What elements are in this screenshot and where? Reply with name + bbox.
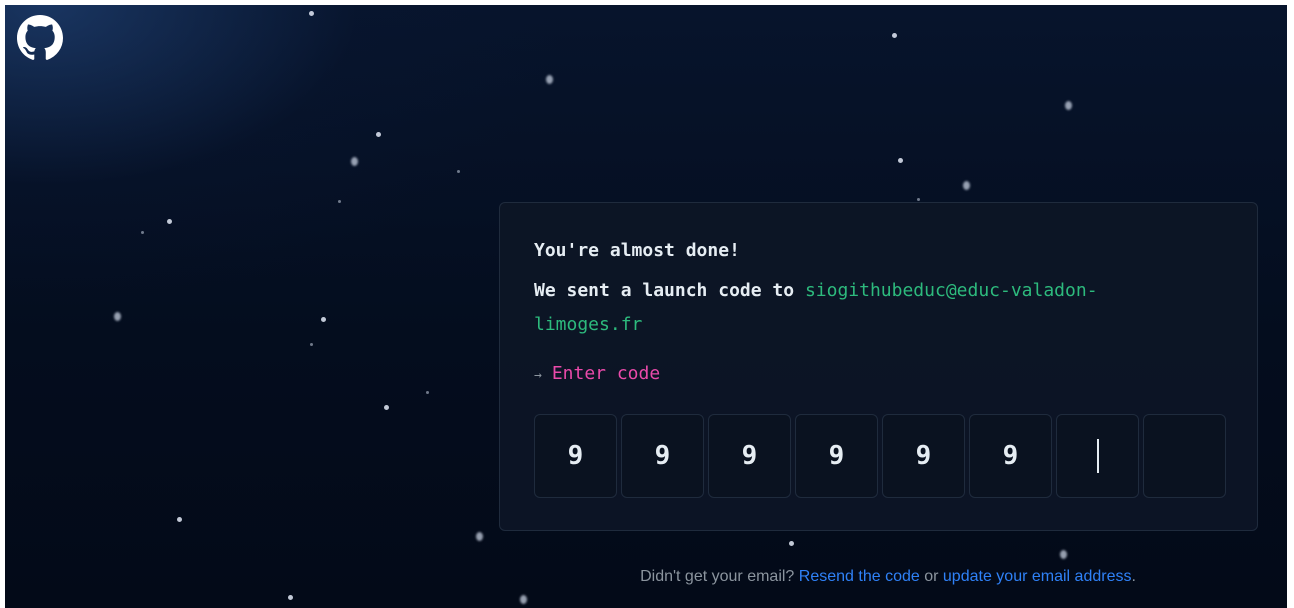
star: [1060, 550, 1067, 559]
star: [917, 198, 920, 201]
signup-page: You're almost done! We sent a launch cod…: [5, 5, 1287, 608]
code-digit: 9: [654, 441, 671, 471]
star: [546, 75, 553, 84]
resend-help-text: Didn't get your email? Resend the code o…: [5, 568, 1287, 586]
code-digit: 9: [828, 441, 845, 471]
code-digit-box[interactable]: [1143, 414, 1226, 498]
verification-card: You're almost done! We sent a launch cod…: [499, 202, 1258, 531]
star: [338, 200, 341, 203]
star: [141, 231, 144, 234]
github-logo-link[interactable]: [17, 15, 63, 61]
code-digit-box[interactable]: 9: [708, 414, 791, 498]
star: [963, 181, 970, 190]
arrow-right-icon: →: [534, 368, 542, 383]
code-digit-box[interactable]: 9: [534, 414, 617, 498]
star: [310, 343, 313, 346]
star: [167, 219, 172, 224]
headline: You're almost done!: [534, 240, 740, 261]
star: [476, 532, 483, 541]
star: [321, 317, 326, 322]
update-email-link[interactable]: update your email address: [943, 568, 1132, 585]
star: [520, 595, 527, 604]
code-digit-box[interactable]: 9: [882, 414, 965, 498]
code-digit: 9: [741, 441, 758, 471]
code-digit: 9: [915, 441, 932, 471]
star: [114, 312, 121, 321]
text-caret: [1096, 439, 1099, 473]
sent-message: We sent a launch code to siogithubeduc@e…: [534, 274, 1194, 342]
footer-question: Didn't get your email?: [640, 568, 795, 585]
code-digit-box[interactable]: 9: [795, 414, 878, 498]
star: [384, 405, 389, 410]
code-digit: 9: [567, 441, 584, 471]
enter-code-label: Enter code: [551, 363, 661, 384]
github-octocat-icon: [17, 15, 63, 60]
star: [1065, 101, 1072, 110]
star: [789, 541, 794, 546]
star: [892, 33, 897, 38]
resend-code-link[interactable]: Resend the code: [799, 568, 920, 585]
star: [288, 595, 293, 600]
star: [309, 11, 314, 16]
code-digit-box[interactable]: 9: [969, 414, 1052, 498]
enter-code-prompt: → Enter code: [534, 363, 660, 384]
star: [177, 517, 182, 522]
code-digit-box[interactable]: 9: [621, 414, 704, 498]
star: [351, 157, 358, 166]
star: [457, 170, 460, 173]
code-digit-box-active[interactable]: [1056, 414, 1139, 498]
footer-or: or: [924, 568, 939, 585]
launch-code-input: 9 9 9 9 9 9: [534, 414, 1226, 498]
sent-message-prefix: We sent a launch code to: [534, 280, 795, 301]
footer-period: .: [1131, 568, 1136, 585]
code-digit: 9: [1002, 441, 1019, 471]
star: [376, 132, 381, 137]
star: [426, 391, 429, 394]
star: [898, 158, 903, 163]
